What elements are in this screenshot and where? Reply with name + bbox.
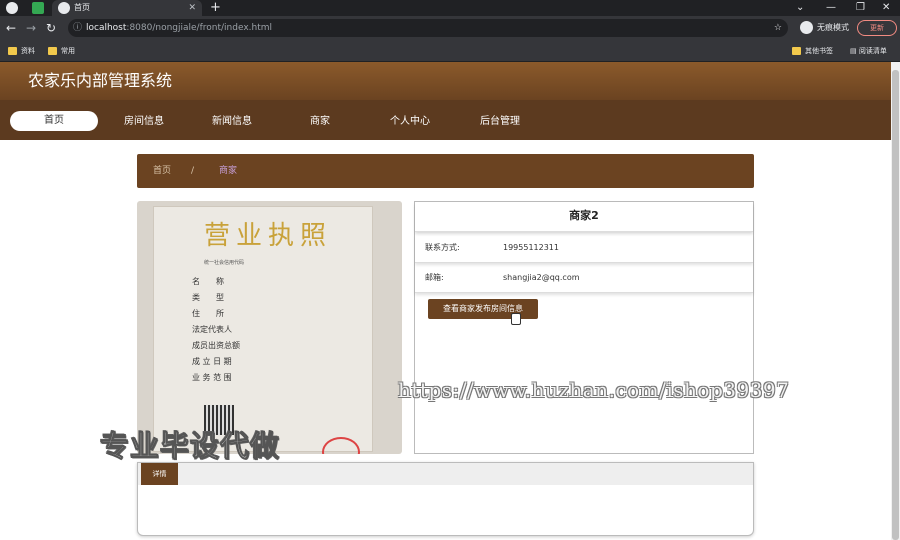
url-field[interactable]: ⓘ localhost:8080/nongjiale/front/index.h… (68, 19, 788, 37)
page-scrollbar[interactable] (891, 62, 900, 540)
window-close-icon[interactable]: ✕ (882, 0, 890, 15)
incognito-label: 无痕模式 (817, 23, 849, 32)
license-row: 名 称 (192, 277, 224, 286)
reading-list[interactable]: ▤ 阅读清单 (850, 45, 887, 57)
update-button[interactable]: 更新 (857, 20, 897, 36)
detail-tab-bar: 详情 (138, 463, 753, 485)
nav-item-admin[interactable]: 后台管理 (456, 112, 544, 132)
tab-title: 首页 (74, 3, 90, 12)
minimize-icon[interactable]: — (826, 0, 836, 15)
official-seal (322, 437, 360, 454)
forward-icon[interactable]: → (26, 21, 36, 35)
url-path: :8080/nongjiale/front/index.html (126, 23, 273, 33)
incognito-indicator[interactable]: 无痕模式 (800, 20, 849, 36)
mouse-cursor-icon (511, 313, 521, 325)
bookmark-label: 其他书签 (805, 47, 833, 55)
tab-search-icon[interactable]: ⌄ (796, 0, 804, 15)
bookmark-label: 资料 (21, 47, 35, 55)
license-title: 营业执照 (204, 221, 333, 251)
bookmarks-bar: 资料 常用 其他书签 ▤ 阅读清单 (0, 41, 900, 62)
restore-icon[interactable]: ❐ (856, 0, 865, 15)
breadcrumb: 首页 / 商家 (137, 154, 754, 188)
nav-item-news[interactable]: 新闻信息 (188, 112, 276, 132)
main-nav: 首页 房间信息 新闻信息 商家 个人中心 后台管理 (0, 100, 900, 140)
nav-item-profile[interactable]: 个人中心 (366, 112, 454, 132)
license-row: 业 务 范 围 (192, 373, 232, 382)
back-icon[interactable]: ← (6, 21, 16, 35)
business-license-image: 营业执照 统一社会信用代码 名 称 类 型 住 所 法定代表人 成员出资总额 成… (137, 201, 402, 454)
url-host: localhost (86, 23, 127, 33)
bookmark-label: 常用 (61, 47, 75, 55)
browser-tab-strip: 首页 ✕ + ⌄ — ❐ ✕ (0, 0, 900, 16)
scrollbar-thumb[interactable] (892, 70, 899, 540)
license-paper: 营业执照 统一社会信用代码 名 称 类 型 住 所 法定代表人 成员出资总额 成… (153, 206, 373, 454)
license-row: 类 型 (192, 293, 224, 302)
tab-detail[interactable]: 详情 (141, 463, 178, 485)
close-tab-icon[interactable]: ✕ (188, 0, 196, 16)
nav-item-home[interactable]: 首页 (10, 111, 98, 131)
license-row: 法定代表人 (192, 325, 232, 334)
reading-list-label: 阅读清单 (858, 47, 887, 55)
site-title: 农家乐内部管理系统 (28, 71, 173, 90)
web-page: 农家乐内部管理系统 首页 房间信息 新闻信息 商家 个人中心 后台管理 首页 /… (0, 62, 900, 540)
email-label: 邮箱: (425, 273, 444, 282)
view-merchant-rooms-button[interactable]: 查看商家发布房间信息 (428, 299, 538, 319)
site-header: 农家乐内部管理系统 (0, 62, 900, 100)
reload-icon[interactable]: ↻ (46, 21, 56, 35)
contact-label: 联系方式: (425, 243, 460, 252)
license-row: 成员出资总额 (192, 341, 240, 350)
folder-icon (792, 47, 801, 55)
license-row: 成 立 日 期 (192, 357, 232, 366)
incognito-icon (800, 21, 813, 34)
bookmark-folder-ziliao[interactable]: 资料 (8, 45, 35, 57)
nav-item-merchants[interactable]: 商家 (276, 112, 364, 132)
reading-list-icon: ▤ (850, 47, 859, 55)
breadcrumb-home[interactable]: 首页 (153, 165, 171, 177)
folder-icon (48, 47, 57, 55)
breadcrumb-separator: / (191, 166, 195, 176)
license-subtitle: 统一社会信用代码 (204, 260, 245, 266)
sheet-tab-icon[interactable] (32, 2, 44, 14)
merchant-info-card: 商家2 联系方式: 19955112311 邮箱: shangjia2@qq.c… (414, 201, 754, 454)
nav-item-rooms[interactable]: 房间信息 (100, 112, 188, 132)
new-tab-button[interactable]: + (210, 0, 221, 15)
contact-value: 19955112311 (503, 243, 559, 252)
detail-panel: 详情 (137, 462, 754, 536)
merchant-name: 商家2 (415, 202, 753, 232)
address-bar-row: ← → ↻ ⓘ localhost:8080/nongjiale/front/i… (0, 16, 900, 41)
browser-logo-icon[interactable] (6, 2, 18, 14)
breadcrumb-current: 商家 (219, 166, 238, 176)
license-row: 住 所 (192, 309, 224, 318)
watermark-url: https://www.huzhan.com/ishop39397 (398, 378, 790, 402)
tab-active[interactable]: 首页 ✕ (52, 0, 202, 16)
bookmark-other[interactable]: 其他书签 (792, 45, 833, 57)
folder-icon (8, 47, 17, 55)
email-row: 邮箱: shangjia2@qq.com (415, 263, 753, 293)
bookmark-folder-changyong[interactable]: 常用 (48, 45, 75, 57)
bookmark-star-icon[interactable]: ☆ (774, 19, 782, 37)
watermark-text: 专业毕设代做 (99, 429, 281, 463)
info-icon[interactable]: ⓘ (73, 19, 82, 37)
contact-row: 联系方式: 19955112311 (415, 233, 753, 263)
globe-icon (58, 2, 70, 14)
email-value: shangjia2@qq.com (503, 273, 580, 282)
